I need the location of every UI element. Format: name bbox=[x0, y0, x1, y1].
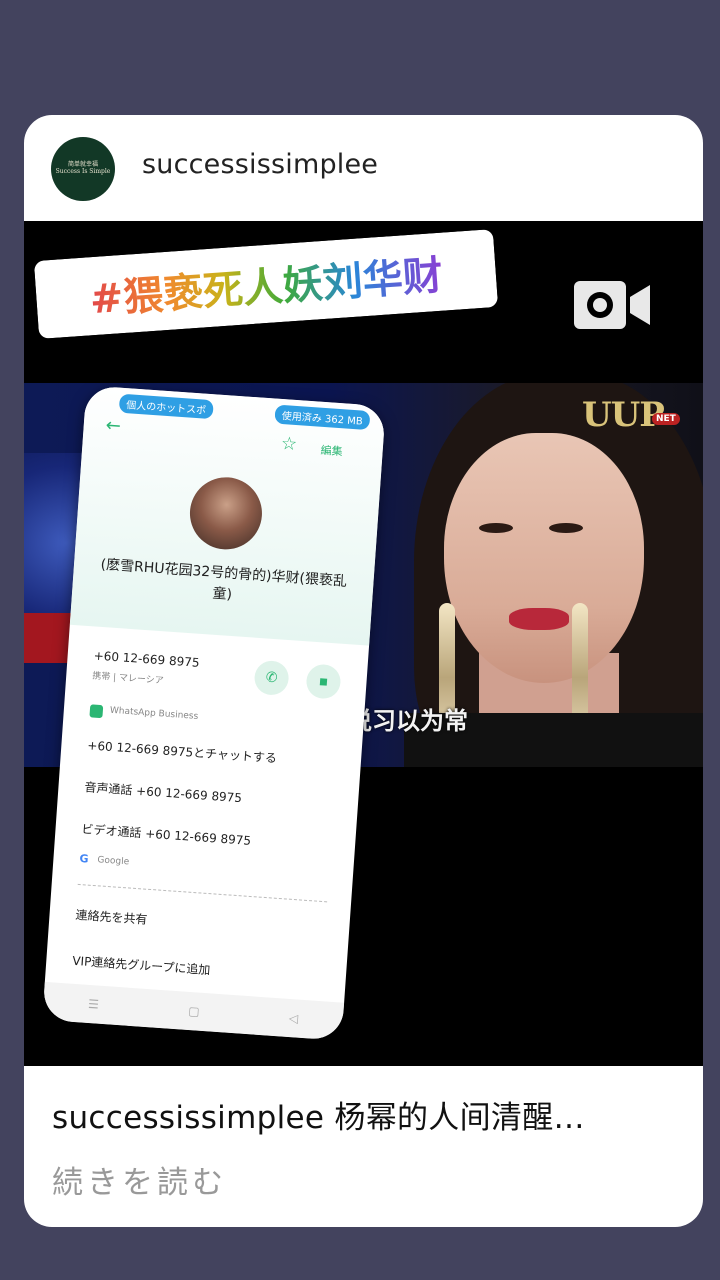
contact-screenshot: 個人のホットスポ 使用済み 362 MB ← ☆ 編集 (麽雪RHU花园32号的… bbox=[42, 385, 386, 1041]
message-icon: ▪ bbox=[305, 663, 342, 700]
whatsapp-icon bbox=[89, 704, 104, 719]
person-eye-right bbox=[549, 523, 583, 533]
person-lips bbox=[509, 608, 569, 630]
edit-label: 編集 bbox=[320, 443, 343, 459]
caption-text: 杨幂的人间清醒… bbox=[334, 1100, 585, 1136]
back-icon: ◁ bbox=[288, 1010, 299, 1026]
avatar-text-en: Success Is Simple bbox=[55, 168, 111, 175]
username[interactable]: successissimplee bbox=[142, 149, 378, 180]
watermark-logo: UUP bbox=[582, 395, 665, 435]
post-header: 简单就幸福 Success Is Simple successissimplee bbox=[24, 115, 703, 221]
read-more-link[interactable]: 続きを読む bbox=[52, 1157, 227, 1202]
watermark-badge: NET bbox=[652, 413, 680, 425]
caption-username[interactable]: successissimplee bbox=[52, 1100, 324, 1136]
post-caption: successissimplee 杨幂的人间清醒… bbox=[52, 1092, 585, 1137]
voice-call-action: 音声通話 +60 12-669 8975 bbox=[84, 780, 243, 806]
section-divider bbox=[77, 883, 328, 903]
person-eye-left bbox=[479, 523, 513, 533]
home-icon: ▢ bbox=[187, 1003, 201, 1019]
avatar[interactable]: 简单就幸福 Success Is Simple bbox=[51, 137, 115, 201]
chat-action: +60 12-669 8975とチャットする bbox=[86, 738, 278, 766]
add-vip-action: VIP連絡先グループに追加 bbox=[71, 953, 211, 978]
person-face bbox=[444, 433, 644, 683]
google-label: Google bbox=[97, 855, 130, 868]
contact-phone: +60 12-669 8975 bbox=[93, 648, 200, 670]
call-icon: ✆ bbox=[253, 659, 290, 697]
whatsapp-label: WhatsApp Business bbox=[109, 705, 199, 722]
star-icon: ☆ bbox=[280, 433, 298, 456]
share-contact-action: 連絡先を共有 bbox=[75, 907, 148, 927]
menu-icon: ☰ bbox=[87, 996, 100, 1012]
video-camera-icon[interactable] bbox=[572, 275, 654, 335]
contact-phone-type: 携帯 | マレーシア bbox=[91, 671, 165, 687]
back-arrow-icon: ← bbox=[105, 414, 122, 437]
hashtag-text: #猥亵死人妖刘华财 bbox=[88, 243, 445, 326]
google-icon: G bbox=[79, 851, 89, 866]
video-call-action: ビデオ通話 +60 12-669 8975 bbox=[81, 822, 252, 848]
